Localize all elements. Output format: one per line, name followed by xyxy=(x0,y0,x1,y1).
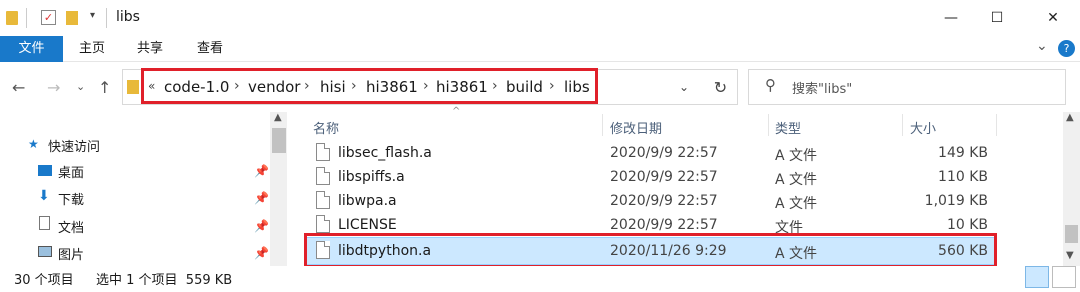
sidebar-item-downloads[interactable]: 下载 xyxy=(58,189,84,208)
file-date: 2020/9/9 22:57 xyxy=(610,145,718,161)
refresh-icon: ↻ xyxy=(713,77,728,97)
file-size: 1,019 KB xyxy=(924,193,988,209)
file-date: 2020/9/9 22:57 xyxy=(610,217,718,233)
file-type: A 文件 xyxy=(775,196,818,212)
file-size: 10 KB xyxy=(946,217,988,233)
sidebar-item-pictures[interactable]: 图片 xyxy=(58,244,84,263)
pin-icon[interactable]: 📌 xyxy=(254,219,269,233)
sidebar-item-documents[interactable]: 文档 xyxy=(58,217,84,236)
properties-icon[interactable]: ✓ xyxy=(41,10,56,25)
picture-icon xyxy=(38,246,52,257)
ribbon-expand-icon[interactable]: ⌄ xyxy=(1036,38,1048,54)
divider xyxy=(26,8,27,28)
desktop-icon xyxy=(38,165,52,176)
new-folder-icon[interactable] xyxy=(66,11,78,25)
file-date: 2020/9/9 22:57 xyxy=(610,193,718,209)
divider xyxy=(106,8,107,28)
ribbon: 文件 主页 共享 查看 ⌄ ? xyxy=(0,36,1080,62)
status-bar: 30 个项目 选中 1 个项目 559 KB xyxy=(0,266,1080,292)
sidebar-item-quick-access[interactable]: 快速访问 xyxy=(48,136,100,155)
file-list-scrollbar-thumb[interactable] xyxy=(1065,225,1078,243)
search-placeholder: 搜索"libs" xyxy=(792,82,853,97)
scroll-up-icon[interactable]: ▲ xyxy=(1066,112,1074,123)
column-divider[interactable] xyxy=(768,114,769,136)
window-title: libs xyxy=(116,9,140,25)
column-divider[interactable] xyxy=(996,114,997,136)
breadcrumb-highlight-box xyxy=(141,68,598,104)
recent-locations-icon[interactable]: ⌄ xyxy=(76,80,85,93)
file-name[interactable]: libwpa.a xyxy=(338,193,397,209)
document-icon xyxy=(39,216,50,230)
up-arrow-icon[interactable]: ↑ xyxy=(98,78,111,97)
large-icons-view-button[interactable] xyxy=(1052,266,1076,288)
column-header-date[interactable]: 修改日期 xyxy=(610,118,662,137)
search-icon: ⚲ xyxy=(765,76,776,94)
file-list-scrollbar[interactable] xyxy=(1063,112,1080,267)
file-name[interactable]: LICENSE xyxy=(338,217,397,233)
help-icon[interactable]: ? xyxy=(1058,40,1075,57)
selection-info: 选中 1 个项目 559 KB xyxy=(96,273,233,288)
column-divider[interactable] xyxy=(902,114,903,136)
folder-icon xyxy=(6,11,18,25)
file-date: 2020/9/9 22:57 xyxy=(610,169,718,185)
sidebar-item-desktop[interactable]: 桌面 xyxy=(58,162,84,181)
column-header-size[interactable]: 大小 xyxy=(910,118,936,137)
quick-access-dropdown-icon[interactable]: ▾ xyxy=(90,10,95,21)
scroll-down-icon[interactable]: ▼ xyxy=(1066,250,1074,261)
folder-icon xyxy=(127,80,139,94)
address-dropdown-icon[interactable]: ⌄ xyxy=(679,80,689,94)
minimize-button[interactable]: — xyxy=(928,0,974,36)
file-size: 110 KB xyxy=(938,169,988,185)
file-icon xyxy=(316,167,330,185)
pin-icon[interactable]: 📌 xyxy=(254,164,269,178)
file-name[interactable]: libspiffs.a xyxy=(338,169,405,185)
details-view-button[interactable] xyxy=(1025,266,1049,288)
selected-file-highlight-box xyxy=(304,233,997,268)
tab-view[interactable]: 查看 xyxy=(190,36,230,62)
column-header-type[interactable]: 类型 xyxy=(775,118,801,137)
back-arrow-icon[interactable]: ← xyxy=(12,78,25,97)
pin-icon[interactable]: 📌 xyxy=(254,191,269,205)
scroll-up-icon[interactable]: ▲ xyxy=(274,112,282,123)
title-bar: ✓ ▾ libs — ☐ ✕ xyxy=(0,0,1080,36)
forward-arrow-icon[interactable]: → xyxy=(47,78,60,97)
star-icon: ★ xyxy=(28,137,39,151)
item-count: 30 个项目 xyxy=(14,273,74,288)
sidebar-scrollbar-thumb[interactable] xyxy=(272,128,286,153)
refresh-button[interactable]: ↻ xyxy=(704,69,738,105)
download-icon: ⬇ xyxy=(38,188,50,204)
pin-icon[interactable]: 📌 xyxy=(254,246,269,260)
file-type: A 文件 xyxy=(775,148,818,164)
tab-share[interactable]: 共享 xyxy=(130,36,170,62)
file-size: 149 KB xyxy=(938,145,988,161)
file-type: A 文件 xyxy=(775,172,818,188)
close-button[interactable]: ✕ xyxy=(1030,0,1076,36)
column-header-name[interactable]: 名称 xyxy=(313,118,339,137)
sort-ascending-icon: ^ xyxy=(452,106,461,117)
column-divider[interactable] xyxy=(602,114,603,136)
file-icon xyxy=(316,215,330,233)
tab-file[interactable]: 文件 xyxy=(0,36,63,62)
maximize-button[interactable]: ☐ xyxy=(974,0,1020,36)
file-icon xyxy=(316,143,330,161)
tab-home[interactable]: 主页 xyxy=(72,36,112,62)
file-icon xyxy=(316,191,330,209)
file-name[interactable]: libsec_flash.a xyxy=(338,145,432,161)
